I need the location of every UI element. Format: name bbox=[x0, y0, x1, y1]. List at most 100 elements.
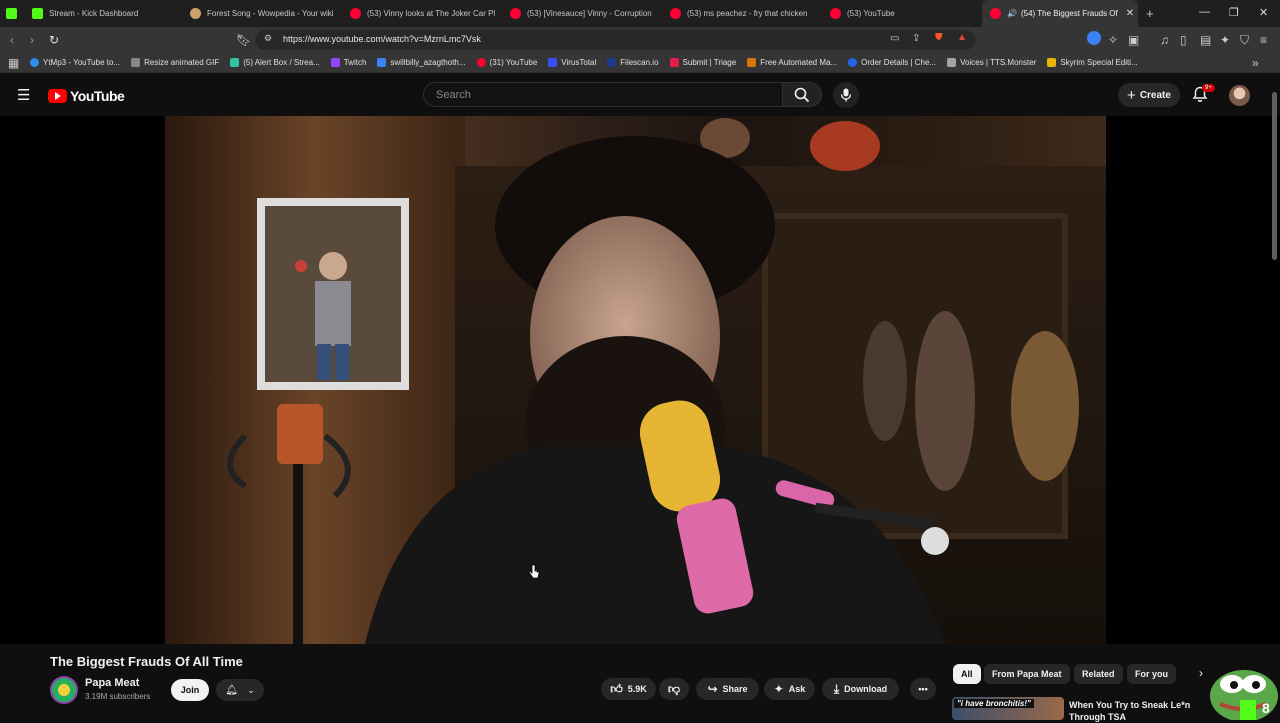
voice-search-button[interactable] bbox=[833, 82, 859, 108]
share-icon: ↪ bbox=[707, 682, 718, 696]
forward-icon[interactable]: › bbox=[30, 33, 34, 47]
new-tab-button[interactable]: + bbox=[1138, 0, 1162, 27]
thumbs-down-icon: 👎︎ bbox=[667, 681, 681, 696]
sparkle-icon: ✦ bbox=[773, 682, 784, 696]
bookmark-label: Submit | Triage bbox=[682, 58, 737, 67]
bookmark-item[interactable]: Skyrim Special Editi... bbox=[1047, 58, 1138, 67]
logo-text: YouTube bbox=[70, 88, 125, 104]
bookmark-item[interactable]: Free Automated Ma... bbox=[747, 58, 837, 67]
youtube-icon bbox=[670, 8, 681, 19]
bookmark-item[interactable]: Resize animated GIF bbox=[131, 58, 219, 67]
site-info-icon[interactable]: ⚙ bbox=[264, 33, 272, 44]
bookmark-item[interactable]: swillbilly_azagthoth... bbox=[377, 58, 466, 67]
account-avatar[interactable] bbox=[1229, 85, 1250, 106]
search-button[interactable] bbox=[782, 82, 822, 107]
dislike-button[interactable]: 👎︎ bbox=[659, 678, 689, 700]
malware-analysis-icon bbox=[747, 58, 757, 67]
chip-related[interactable]: Related bbox=[1074, 664, 1123, 684]
search-icon bbox=[794, 87, 810, 103]
share-button[interactable]: ↪ Share bbox=[696, 678, 759, 700]
video-frame[interactable] bbox=[165, 116, 1106, 644]
tab-youtube-vinny-joker[interactable]: (53) Vinny looks at The Joker Car Pl bbox=[342, 0, 502, 27]
tab-youtube-home[interactable]: (53) YouTube bbox=[822, 0, 982, 27]
chip-for-you[interactable]: For you bbox=[1127, 664, 1176, 684]
more-horizontal-icon: ••• bbox=[918, 684, 928, 694]
brave-rewards-icon[interactable]: ▲ bbox=[957, 32, 967, 43]
bookmark-item[interactable]: Twitch bbox=[330, 58, 366, 67]
recommended-thumbnail[interactable]: "i have bronchitis!" bbox=[952, 697, 1064, 720]
cast-icon[interactable]: ▭ bbox=[890, 33, 899, 44]
share-page-icon[interactable]: ⇪ bbox=[912, 33, 920, 44]
tab-youtube-vinesauce[interactable]: (53) [Vinesauce] Vinny - Corruption bbox=[502, 0, 662, 27]
extensions-puzzle-icon[interactable]: ✧ bbox=[1108, 33, 1118, 47]
guide-menu-icon[interactable]: ☰ bbox=[17, 86, 30, 104]
back-icon[interactable]: ‹ bbox=[10, 33, 14, 47]
join-button[interactable]: Join bbox=[171, 679, 209, 701]
ask-button[interactable]: ✦ Ask bbox=[764, 678, 815, 700]
bookmark-item[interactable]: Voices | TTS.Monster bbox=[947, 58, 1036, 67]
recommended-video-title[interactable]: When You Try to Sneak Le*n Through TSA bbox=[1069, 699, 1199, 723]
bookmark-item[interactable]: YtMp3 - YouTube to... bbox=[30, 58, 120, 67]
close-window-icon[interactable]: ✕ bbox=[1259, 6, 1268, 19]
bookmark-item[interactable]: (5) Alert Box / Strea... bbox=[230, 58, 320, 67]
filescan-icon bbox=[607, 58, 617, 67]
create-button[interactable]: + Create bbox=[1118, 83, 1180, 107]
bookmark-item[interactable]: Filescan.io bbox=[607, 58, 659, 67]
maximize-icon[interactable]: ❐ bbox=[1229, 6, 1239, 19]
bookmark-item[interactable]: VirusTotal bbox=[548, 58, 596, 67]
virustotal-icon bbox=[548, 58, 558, 67]
tab-youtube-peachez[interactable]: (53) ms peachez - fry that chicken bbox=[662, 0, 822, 27]
tab-kick-dashboard[interactable]: Stream - Kick Dashboard bbox=[24, 0, 182, 27]
bookmark-label: (5) Alert Box / Strea... bbox=[243, 58, 320, 67]
video-player[interactable] bbox=[0, 116, 1280, 644]
twitch-icon bbox=[330, 58, 340, 67]
search-input[interactable]: Search bbox=[423, 82, 783, 107]
reload-icon[interactable]: ↻ bbox=[49, 33, 59, 47]
tab-youtube-current[interactable]: 🔊 (54) The Biggest Frauds Of ✕ bbox=[982, 0, 1138, 27]
bookmark-item[interactable]: (31) YouTube bbox=[476, 58, 537, 67]
channel-avatar[interactable] bbox=[50, 676, 78, 704]
extension-icon[interactable] bbox=[1087, 31, 1101, 45]
download-label: Download bbox=[844, 684, 888, 694]
bookmark-item[interactable]: Submit | Triage bbox=[669, 58, 737, 67]
sidebar-icon[interactable]: ▯ bbox=[1180, 33, 1187, 47]
speaker-icon: 🔊 bbox=[1007, 9, 1017, 18]
leo-icon[interactable]: ✦ bbox=[1220, 33, 1230, 47]
tab-kick-pinned[interactable] bbox=[0, 0, 24, 27]
close-tab-icon[interactable]: ✕ bbox=[1126, 8, 1134, 19]
chip-all[interactable]: All bbox=[953, 664, 981, 684]
bell-icon: 🔔︎ bbox=[225, 684, 238, 696]
minimize-icon[interactable]: — bbox=[1199, 6, 1210, 18]
subscription-notifications-button[interactable]: 🔔︎ ⌄ bbox=[216, 679, 264, 701]
chip-from-channel[interactable]: From Papa Meat bbox=[984, 664, 1070, 684]
vpn-icon[interactable]: ⛉ bbox=[1240, 33, 1249, 48]
brave-shield-icon[interactable]: ⛊ bbox=[935, 32, 943, 43]
address-toolbar: ‹ › ↻ 🔖︎ ⚙ https://www.youtube.com/watch… bbox=[0, 27, 1280, 53]
page-scrollbar[interactable] bbox=[1272, 92, 1277, 260]
ytmp3-icon bbox=[30, 58, 39, 67]
gif-icon bbox=[131, 58, 141, 67]
wallet-icon[interactable]: ▤ bbox=[1200, 33, 1211, 47]
media-icon[interactable]: ♫ bbox=[1160, 33, 1169, 47]
menu-icon[interactable]: ≡ bbox=[1260, 33, 1267, 47]
more-actions-button[interactable]: ••• bbox=[910, 678, 936, 700]
subscriber-count: 3.19M subscribers bbox=[85, 692, 151, 701]
screenshot-icon[interactable]: ▣ bbox=[1128, 33, 1139, 47]
download-button[interactable]: ⤓ Download bbox=[822, 678, 899, 700]
triage-icon bbox=[669, 58, 679, 67]
apps-grid-icon[interactable]: ▦ bbox=[8, 56, 19, 70]
bookmark-label: Skyrim Special Editi... bbox=[1060, 58, 1138, 67]
bookmark-icon[interactable]: 🔖︎ bbox=[236, 33, 251, 47]
bookmark-item[interactable]: Order Details | Che... bbox=[848, 58, 936, 67]
share-label: Share bbox=[722, 684, 748, 694]
address-field[interactable]: ⚙ https://www.youtube.com/watch?v=MzrnLm… bbox=[255, 30, 975, 50]
tab-label: (53) YouTube bbox=[847, 9, 895, 18]
tab-wowpedia[interactable]: Forest Song - Wowpedia - Your wiki bbox=[182, 0, 342, 27]
video-title: The Biggest Frauds Of All Time bbox=[50, 654, 243, 669]
like-button[interactable]: 👍︎ 5.9K bbox=[601, 678, 656, 700]
bookmark-label: Order Details | Che... bbox=[861, 58, 937, 67]
more-bookmarks-icon[interactable]: » bbox=[1252, 56, 1259, 70]
channel-name[interactable]: Papa Meat bbox=[85, 677, 139, 689]
order-icon bbox=[848, 58, 858, 67]
youtube-logo[interactable]: YouTube bbox=[48, 88, 125, 104]
